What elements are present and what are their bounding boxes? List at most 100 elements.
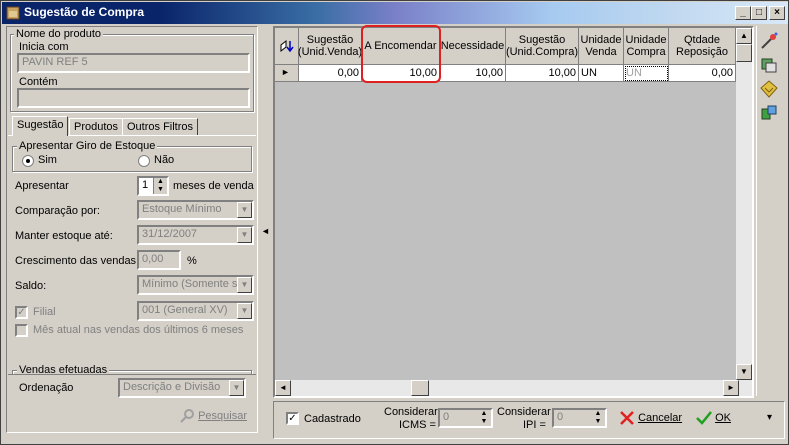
- scroll-down-icon[interactable]: ▼: [736, 364, 752, 380]
- order-label: Ordenação: [19, 382, 74, 394]
- scroll-thumb[interactable]: [736, 44, 752, 62]
- close-button[interactable]: ×: [769, 6, 785, 20]
- search-button[interactable]: Pesquisar: [179, 409, 247, 425]
- row-indicator[interactable]: ►: [275, 65, 299, 82]
- spinner-arrows-icon[interactable]: ▲ ▼: [591, 410, 605, 426]
- ipi-value: 0: [557, 411, 564, 423]
- table-cell[interactable]: 10,00: [440, 65, 506, 82]
- present-spinner[interactable]: 1 ▲ ▼: [137, 176, 169, 196]
- tab-produtos[interactable]: Produtos: [69, 118, 124, 136]
- comparison-value: Estoque Mínimo: [142, 203, 222, 215]
- grid-corner[interactable]: [275, 28, 299, 65]
- ok-label: OK: [715, 411, 731, 424]
- scroll-up-icon[interactable]: ▲: [736, 28, 752, 44]
- starts-with-label: Inicia com: [19, 41, 69, 53]
- no-radio[interactable]: [138, 155, 150, 167]
- cancel-button[interactable]: Cancelar: [619, 411, 682, 425]
- present-value: 1: [142, 179, 149, 191]
- stock-turnover-legend: Apresentar Giro de Estoque: [17, 140, 158, 152]
- comparison-label: Comparação por:: [15, 205, 100, 217]
- suggestion-grid: Sugestão (Unid.Venda) A Encomendar Neces…: [273, 25, 754, 398]
- ipi-spinner[interactable]: 0 ▲ ▼: [552, 408, 607, 428]
- icms-value: 0: [443, 411, 450, 423]
- ipi-label-line2: IPI =: [523, 419, 546, 431]
- cancel-label: Cancelar: [638, 411, 683, 424]
- title-bar: Sugestão de Compra _ □ ×: [2, 2, 788, 24]
- main-window: Sugestão de Compra _ □ × Nome do produto…: [0, 0, 789, 445]
- table-cell[interactable]: 0,00: [299, 65, 362, 82]
- registered-checkbox[interactable]: ✓: [286, 412, 299, 425]
- registered-label: Cadastrado: [304, 413, 361, 425]
- col-unidade-compra[interactable]: Unidade Compra: [624, 28, 669, 65]
- horizontal-scrollbar[interactable]: ◄ ►: [275, 380, 752, 396]
- present-suffix: meses de venda: [173, 180, 254, 192]
- highlight-box: [361, 25, 441, 83]
- collapse-panel-icon[interactable]: ◄: [261, 226, 270, 236]
- keep-stock-date[interactable]: 31/12/2007 ▼: [137, 225, 254, 245]
- tab-sugestao[interactable]: Sugestão: [12, 116, 69, 136]
- minimize-button[interactable]: _: [735, 6, 751, 20]
- maximize-button[interactable]: □: [751, 6, 767, 20]
- table-cell[interactable]: UN: [579, 65, 624, 82]
- chevron-down-icon[interactable]: ▼: [229, 380, 244, 396]
- chevron-down-icon[interactable]: ▼: [237, 303, 252, 319]
- vertical-scrollbar[interactable]: ▲ ▼: [736, 28, 752, 380]
- table-cell[interactable]: 10,00: [506, 65, 579, 82]
- search-label: Pesquisar: [198, 409, 247, 422]
- no-label: Não: [154, 154, 175, 166]
- col-sugestao-compra[interactable]: Sugestão (Unid.Compra): [506, 28, 579, 65]
- diamond-icon[interactable]: [759, 79, 779, 99]
- col-qtdade-reposicao[interactable]: Qtdade Reposição: [669, 28, 736, 65]
- tab-outros-filtros[interactable]: Outros Filtros: [122, 118, 199, 136]
- balance-select[interactable]: Mínimo (Somente se ▼: [137, 275, 254, 295]
- export-icon[interactable]: [759, 103, 779, 123]
- ok-button[interactable]: OK: [696, 411, 731, 425]
- scroll-right-icon[interactable]: ►: [723, 380, 739, 396]
- search-icon: [180, 409, 194, 423]
- balance-label: Saldo:: [15, 280, 47, 292]
- contains-label: Contém: [19, 76, 58, 88]
- balance-value: Mínimo (Somente se: [142, 278, 244, 290]
- col-unidade-venda[interactable]: Unidade Venda: [579, 28, 624, 65]
- chevron-down-icon[interactable]: ▼: [237, 227, 252, 243]
- col-sugestao-venda[interactable]: Sugestão (Unid.Venda): [298, 28, 362, 65]
- sort-icon: [280, 39, 294, 53]
- product-name-legend: Nome do produto: [14, 28, 103, 40]
- scroll-left-icon[interactable]: ◄: [275, 380, 291, 396]
- keep-stock-value: 31/12/2007: [142, 228, 198, 240]
- icms-spinner[interactable]: 0 ▲ ▼: [438, 408, 493, 428]
- branch-label: Filial: [33, 306, 56, 318]
- close-icon: [620, 411, 634, 425]
- spinner-arrows-icon[interactable]: ▲ ▼: [153, 178, 167, 194]
- yes-radio[interactable]: [22, 155, 34, 167]
- spinner-arrows-icon[interactable]: ▲ ▼: [477, 410, 491, 426]
- options-menu-icon[interactable]: ▾: [767, 412, 772, 423]
- growth-input[interactable]: 0,00: [137, 250, 181, 270]
- order-value: Descrição e Divisão: [123, 381, 221, 393]
- growth-label: Crescimento das vendas:: [15, 255, 140, 267]
- contains-input[interactable]: [17, 88, 250, 108]
- current-month-label: Mês atual nas vendas dos últimos 6 meses: [33, 324, 244, 336]
- branch-checkbox[interactable]: ✓: [15, 306, 28, 319]
- comparison-select[interactable]: Estoque Mínimo ▼: [137, 200, 254, 220]
- hscroll-thumb[interactable]: [411, 380, 429, 396]
- branch-value: 001 (General XV): [142, 304, 228, 316]
- keep-stock-label: Manter estoque até:: [15, 230, 113, 242]
- window-title: Sugestão de Compra: [24, 5, 145, 19]
- cascade-icon[interactable]: [759, 55, 779, 75]
- app-icon: [6, 6, 20, 20]
- chevron-down-icon[interactable]: ▼: [237, 202, 252, 218]
- yes-label: Sim: [38, 154, 57, 166]
- starts-with-input[interactable]: PAVIN REF 5: [17, 53, 250, 73]
- growth-unit: %: [187, 255, 197, 267]
- check-icon: [696, 411, 712, 425]
- chevron-down-icon[interactable]: ▼: [237, 277, 252, 293]
- branch-select[interactable]: 001 (General XV) ▼: [137, 301, 254, 321]
- magic-wand-icon[interactable]: [759, 31, 779, 51]
- order-select[interactable]: Descrição e Divisão ▼: [118, 378, 246, 398]
- table-cell[interactable]: 0,00: [669, 65, 736, 82]
- table-cell[interactable]: UN: [624, 65, 669, 82]
- icms-label-line1: Considerar: [384, 406, 438, 418]
- col-necessidade[interactable]: Necessidade: [440, 28, 506, 65]
- current-month-checkbox[interactable]: [15, 324, 28, 337]
